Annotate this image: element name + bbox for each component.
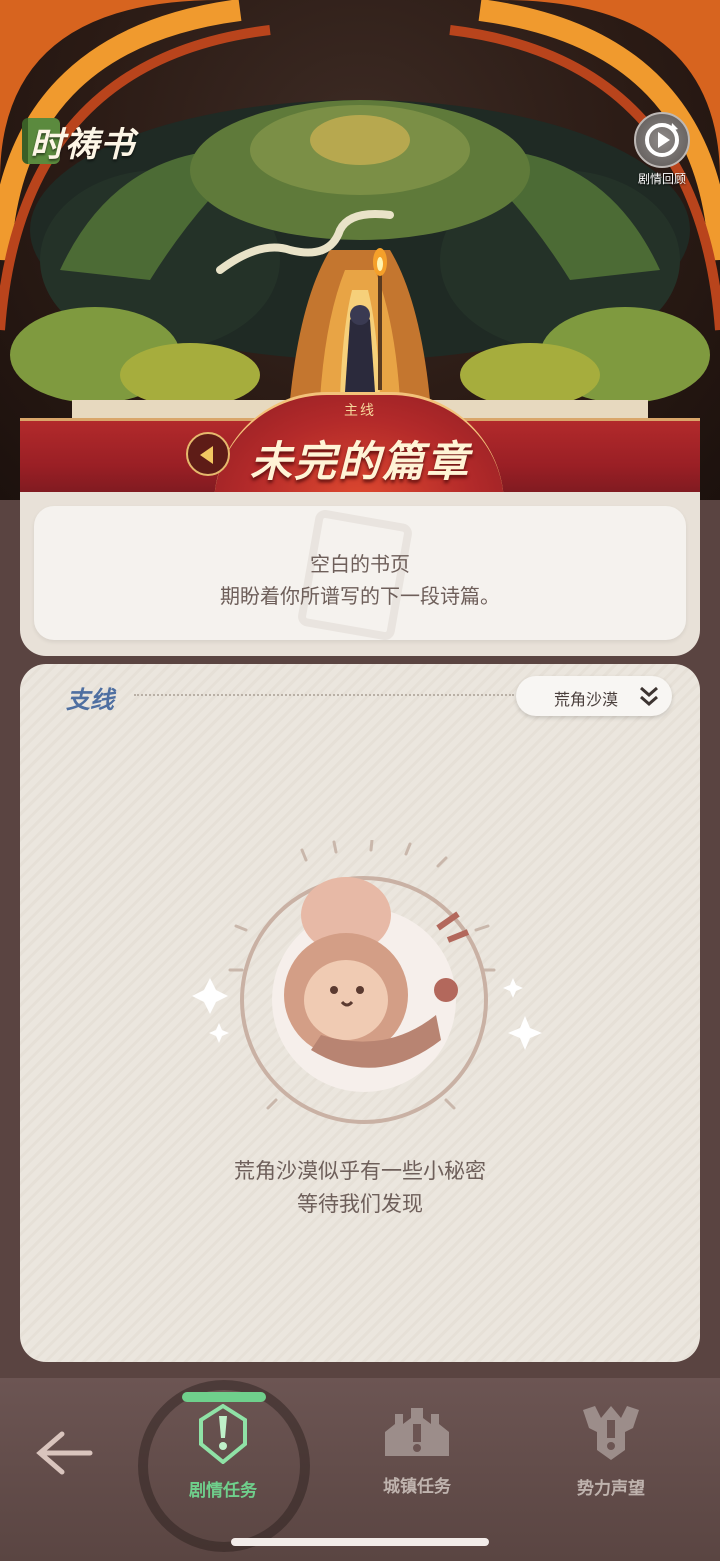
divider: [134, 694, 514, 696]
chapter-title: 未完的篇章: [249, 437, 470, 486]
mascot-illustration: [192, 840, 542, 1124]
main-quest-tag: 主线: [344, 403, 376, 419]
region-dropdown-value: 荒角沙漠: [554, 690, 619, 709]
previous-chapter-button[interactable]: [186, 432, 230, 476]
tab-faction-reputation[interactable]: 势力声望: [546, 1404, 676, 1499]
story-recap-label: 剧情回顾: [637, 172, 686, 186]
replay-icon: [634, 112, 690, 168]
story-recap-button[interactable]: 剧情回顾: [628, 112, 696, 192]
back-arrow-icon[interactable]: [34, 1430, 94, 1476]
empty-page-title: 空白的书页: [310, 552, 410, 576]
tab-town-quest-label: 城镇任务: [383, 1477, 451, 1497]
home-indicator[interactable]: [231, 1538, 489, 1546]
story-quest-icon: [199, 1403, 247, 1465]
tab-story-quest-label: 剧情任务: [189, 1481, 257, 1501]
empty-page-description: 期盼着你所谱写的下一段诗篇。: [220, 584, 500, 608]
side-quest-hint-line1: 荒角沙漠似乎有一些小秘密: [234, 1159, 486, 1183]
side-quest-label: 支线: [66, 686, 114, 714]
side-quest-hint-line2: 等待我们发现: [297, 1192, 423, 1216]
tab-faction-reputation-label: 势力声望: [577, 1479, 645, 1499]
tab-story-quest[interactable]: 剧情任务: [158, 1403, 288, 1501]
town-quest-icon: [385, 1408, 449, 1456]
active-tab-indicator: [182, 1392, 266, 1402]
faction-reputation-icon: [583, 1406, 639, 1460]
tab-town-quest[interactable]: 城镇任务: [352, 1404, 482, 1497]
app-logo-text: 时祷书: [30, 124, 135, 165]
chevron-down-icon: [640, 686, 658, 706]
app-logo: 时祷书: [22, 116, 135, 166]
region-dropdown[interactable]: 荒角沙漠: [516, 676, 672, 716]
